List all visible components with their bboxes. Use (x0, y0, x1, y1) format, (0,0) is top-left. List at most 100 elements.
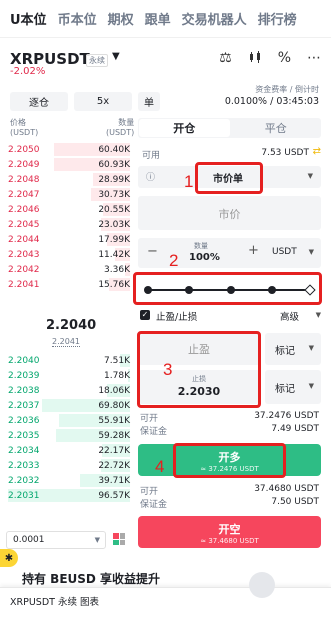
bid-row[interactable]: 2.2038 18.06K (8, 383, 130, 398)
percent-icon[interactable]: % (278, 50, 291, 68)
tab-open-position[interactable]: 开仓 (139, 119, 230, 137)
ask-row[interactable]: 2.2043 11.42K (8, 247, 130, 262)
bid-price: 2.2036 (8, 415, 40, 426)
advanced-label[interactable]: 高级 (280, 309, 299, 323)
bid-price: 2.2032 (8, 475, 40, 486)
bid-row[interactable]: 2.2033 22.72K (8, 458, 130, 473)
minus-icon[interactable]: − (147, 244, 158, 259)
ask-row[interactable]: 2.2046 20.55K (8, 202, 130, 217)
tab-trading-bots[interactable]: 交易机器人 (182, 9, 247, 28)
bid-quantity: 59.28K (98, 430, 130, 441)
margin-mode-button[interactable]: 逐仓 (10, 92, 68, 111)
bid-row[interactable]: 2.2040 7.51K (8, 353, 130, 368)
chevron-down-icon[interactable]: ▼ (316, 311, 321, 319)
more-icon[interactable]: ⋯ (307, 50, 321, 68)
funding-value: 0.0100% / 03:45:03 (224, 96, 319, 107)
symbol-dropdown-icon[interactable]: ▼ (112, 51, 120, 62)
tab-options[interactable]: 期权 (108, 9, 134, 28)
tp-trigger-select[interactable]: 标记 ▼ (265, 333, 321, 365)
bid-row[interactable]: 2.2031 96.57K (8, 488, 130, 503)
ask-price: 2.2045 (8, 219, 40, 230)
scale-icon[interactable]: ⚖ (219, 50, 232, 68)
position-mode-button[interactable]: 单 (138, 92, 160, 111)
annotation-number-1: 1 (184, 172, 194, 191)
ask-quantity: 23.03K (98, 219, 130, 230)
bids-list: 2.2040 7.51K 2.2039 1.78K 2.2038 18.06K 2.2037… (8, 353, 130, 503)
ask-price: 2.2047 (8, 189, 40, 200)
ask-quantity: 28.99K (98, 174, 130, 185)
funding-label: 资金费率 / 倒计时 (255, 85, 319, 94)
bid-row[interactable]: 2.2037 69.80K (8, 398, 130, 413)
transfer-icon[interactable]: ⇄ (313, 146, 321, 157)
asks-list: 2.2050 60.40K 2.2049 60.93K 2.2048 28.99K 2.20… (8, 142, 130, 292)
long-margin-label: 保证金 (140, 427, 168, 437)
ask-price: 2.2041 (8, 279, 40, 290)
short-margin-label: 保证金 (140, 500, 168, 510)
long-open-value: 37.2476 USDT (254, 411, 319, 421)
ask-row[interactable]: 2.2050 60.40K (8, 142, 130, 157)
ask-row[interactable]: 2.2044 17.99K (8, 232, 130, 247)
ask-price: 2.2046 (8, 204, 40, 215)
ask-quantity: 11.42K (98, 249, 130, 260)
qty-header-label: 数量 (118, 118, 135, 127)
depth-view-icon[interactable] (113, 533, 125, 545)
ask-row[interactable]: 2.2045 23.03K (8, 217, 130, 232)
bid-quantity: 7.51K (104, 355, 130, 366)
candlestick-icon[interactable] (248, 50, 262, 68)
tpsl-checkbox[interactable]: ✓ (140, 310, 150, 320)
ask-row[interactable]: 2.2047 30.73K (8, 187, 130, 202)
position-controls: 逐仓 5x 单 (10, 92, 160, 111)
ask-quantity: 17.99K (98, 234, 130, 245)
ask-row[interactable]: 2.2041 15.76K (8, 277, 130, 292)
ask-quantity: 30.73K (98, 189, 130, 200)
price-placeholder: 市价 (218, 208, 241, 221)
bid-row[interactable]: 2.2035 59.28K (8, 428, 130, 443)
short-open-value: 37.4680 USDT (254, 484, 319, 494)
bid-row[interactable]: 2.2032 39.71K (8, 473, 130, 488)
bid-row[interactable]: 2.2039 1.78K (8, 368, 130, 383)
quantity-unit[interactable]: USDT (272, 247, 297, 257)
bid-quantity: 69.80K (98, 400, 130, 411)
bid-row[interactable]: 2.2036 55.91K (8, 413, 130, 428)
floating-button[interactable] (249, 572, 275, 598)
open-short-label: 开空 (218, 523, 241, 536)
bid-row[interactable]: 2.2034 22.17K (8, 443, 130, 458)
tpsl-label: 止盈/止损 (156, 312, 198, 323)
sl-trigger-select[interactable]: 标记 ▼ (265, 370, 321, 404)
bid-quantity: 96.57K (98, 490, 130, 501)
annotation-number-3: 3 (163, 360, 173, 379)
plus-icon[interactable]: + (248, 243, 259, 258)
bid-quantity: 18.06K (98, 385, 130, 396)
gift-icon[interactable]: ✱ (0, 549, 18, 567)
mark-price: 2.2041 (52, 337, 80, 347)
available-label: 可用 (142, 151, 161, 161)
last-price[interactable]: 2.2040 (46, 318, 96, 333)
ask-quantity: 20.55K (98, 204, 130, 215)
ask-row[interactable]: 2.2048 28.99K (8, 172, 130, 187)
tab-coin-margined[interactable]: 币本位 (58, 9, 97, 28)
leverage-button[interactable]: 5x (74, 92, 132, 111)
ask-row[interactable]: 2.2042 3.36K (8, 262, 130, 277)
tab-u-margined[interactable]: U本位 (10, 9, 47, 28)
annotation-number-4: 4 (155, 457, 165, 476)
ask-quantity: 3.36K (104, 264, 130, 275)
open-short-button[interactable]: 开空 ≈ 37.4680 USDT (138, 516, 321, 548)
quantity-input[interactable]: − 数量 100% + USDT ▼ (138, 238, 321, 268)
tab-copy-trading[interactable]: 跟单 (145, 9, 171, 28)
bid-price: 2.2035 (8, 430, 40, 441)
tab-close-position[interactable]: 平仓 (231, 118, 322, 138)
precision-select[interactable]: 0.0001 ▼ (6, 531, 106, 549)
ask-price: 2.2042 (8, 264, 40, 275)
footer-bar[interactable]: XRPUSDT 永续 图表 (0, 587, 331, 619)
price-change: -2.02% (10, 66, 46, 77)
annotation-box-2 (133, 272, 322, 305)
tab-leaderboard[interactable]: 排行榜 (258, 9, 297, 28)
ask-row[interactable]: 2.2049 60.93K (8, 157, 130, 172)
price-input[interactable]: 市价 (138, 196, 321, 230)
annotation-number-2: 2 (169, 251, 179, 270)
order-tabs: 开仓 平仓 (138, 118, 321, 138)
chevron-down-icon: ▼ (94, 536, 100, 544)
bid-quantity: 1.78K (104, 370, 130, 381)
info-icon: ⓘ (146, 173, 156, 183)
open-short-sub: ≈ 37.4680 USDT (200, 537, 259, 545)
